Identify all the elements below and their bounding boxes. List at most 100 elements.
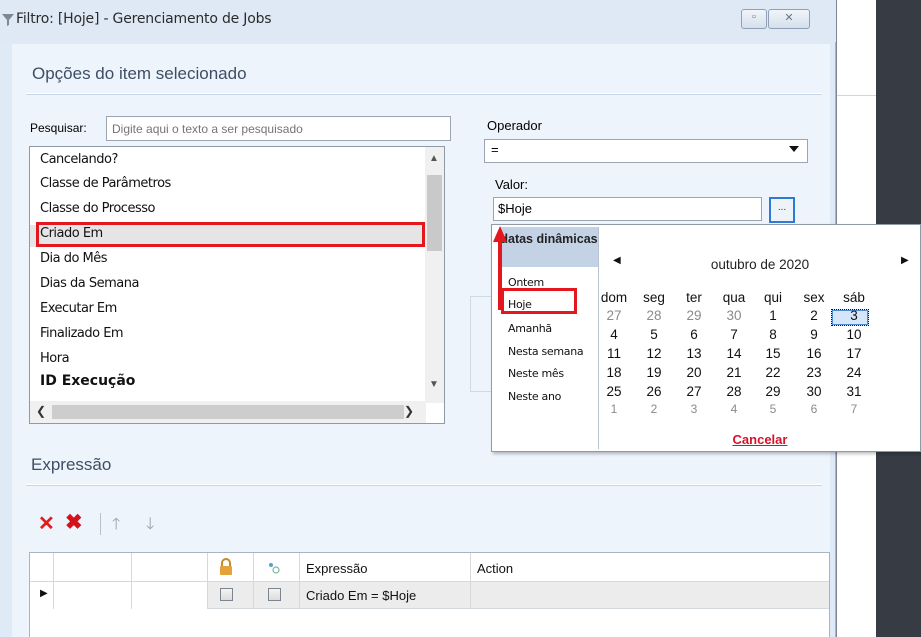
horizontal-scrollbar[interactable]: ❮ ❯ xyxy=(30,401,426,423)
scroll-up-icon[interactable]: ▲ xyxy=(429,153,439,164)
scroll-right-icon[interactable]: ❯ xyxy=(404,404,414,418)
calendar-day[interactable]: 28 xyxy=(714,384,754,399)
dynamic-date-item[interactable]: Neste ano xyxy=(508,390,561,403)
list-item[interactable]: Executar Em xyxy=(40,301,117,316)
option-checkbox[interactable] xyxy=(268,588,281,601)
delete-all-icon[interactable]: ✖ xyxy=(65,510,83,535)
weekday-header: seg xyxy=(643,290,665,305)
calendar-day[interactable]: 3 xyxy=(834,308,874,323)
calendar-day[interactable]: 5 xyxy=(753,404,793,416)
calendar-day[interactable]: 27 xyxy=(594,308,634,323)
criado-em-highlight-box xyxy=(36,222,425,247)
row-expression[interactable]: Criado Em = $Hoje xyxy=(300,582,471,609)
calendar-day[interactable]: 2 xyxy=(794,308,834,323)
calendar-day[interactable]: 9 xyxy=(794,327,834,342)
calendar-day[interactable]: 1 xyxy=(594,404,634,416)
calendar-day[interactable]: 16 xyxy=(794,346,834,361)
calendar-day[interactable]: 4 xyxy=(594,327,634,342)
calendar-day[interactable]: 5 xyxy=(634,327,674,342)
scroll-left-icon[interactable]: ❮ xyxy=(36,404,46,418)
dynamic-dates-header: datas dinâmicas xyxy=(500,227,598,267)
header-blank-cell xyxy=(54,553,132,582)
calendar-day[interactable]: 10 xyxy=(834,327,874,342)
calendar-day[interactable]: 15 xyxy=(753,346,793,361)
row-pointer-icon: ▶ xyxy=(40,588,48,599)
row-blank-cell[interactable] xyxy=(132,582,208,609)
row-action[interactable] xyxy=(471,582,829,609)
calendar-day[interactable]: 27 xyxy=(674,384,714,399)
row-blank-cell[interactable] xyxy=(54,582,132,609)
vertical-scrollbar[interactable]: ▲ ▼ xyxy=(425,147,444,403)
dropdown-arrow-icon[interactable] xyxy=(789,146,799,152)
calendar-day[interactable]: 13 xyxy=(674,346,714,361)
calendar-cancel-link[interactable]: Cancelar xyxy=(599,432,921,447)
annotation-arrow-shaft xyxy=(498,240,502,310)
calendar-day[interactable]: 25 xyxy=(594,384,634,399)
table-row[interactable]: ▶ Criado Em = $Hoje xyxy=(30,582,829,609)
header-lock-cell xyxy=(208,553,254,582)
weekday-header: qua xyxy=(722,290,746,305)
list-item[interactable]: Classe de Parâmetros xyxy=(40,176,171,191)
list-item[interactable]: Finalizado Em xyxy=(40,326,124,341)
delete-icon[interactable]: ✕ xyxy=(38,511,55,536)
move-down-icon[interactable]: 🡓 xyxy=(146,513,154,540)
header-action[interactable]: Action xyxy=(471,553,829,582)
scroll-down-icon[interactable]: ▼ xyxy=(429,379,439,390)
calendar-day[interactable]: 29 xyxy=(674,308,714,323)
calendar-day[interactable]: 2 xyxy=(634,404,674,416)
minimize-icon: ▫ xyxy=(752,11,756,23)
calendar-day[interactable]: 1 xyxy=(753,308,793,323)
operator-select[interactable]: = xyxy=(484,139,808,163)
vertical-scroll-thumb[interactable] xyxy=(427,175,442,251)
header-expression[interactable]: Expressão xyxy=(300,553,471,582)
list-item[interactable]: Classe do Processo xyxy=(40,201,155,216)
minimize-button[interactable]: ▫ xyxy=(741,9,767,29)
dynamic-date-item[interactable]: Amanhã xyxy=(508,322,552,335)
list-item[interactable]: Hora xyxy=(40,351,70,366)
calendar-day[interactable]: 7 xyxy=(834,404,874,416)
toolbar-separator xyxy=(100,513,101,535)
move-up-icon[interactable]: 🡑 xyxy=(112,513,120,540)
list-item[interactable]: Dias da Semana xyxy=(40,276,139,291)
calendar-day[interactable]: 22 xyxy=(753,365,793,380)
calendar-day[interactable]: 30 xyxy=(714,308,754,323)
next-month-icon[interactable]: ▶ xyxy=(901,255,909,266)
dynamic-date-item[interactable]: Nesta semana xyxy=(508,345,584,358)
dynamic-date-item[interactable]: Neste mês xyxy=(508,367,564,380)
close-button[interactable]: ✕ xyxy=(768,9,810,29)
calendar-day[interactable]: 21 xyxy=(714,365,754,380)
calendar-day[interactable]: 24 xyxy=(834,365,874,380)
calendar-day[interactable]: 18 xyxy=(594,365,634,380)
list-item[interactable]: Dia do Mês xyxy=(40,251,108,266)
calendar-day[interactable]: 4 xyxy=(714,404,754,416)
calendar-day[interactable]: 31 xyxy=(834,384,874,399)
row-lock-cell[interactable] xyxy=(208,582,254,609)
calendar-day[interactable]: 14 xyxy=(714,346,754,361)
horizontal-scroll-thumb[interactable] xyxy=(52,405,404,419)
row-option-cell[interactable] xyxy=(254,582,300,609)
calendar-day[interactable]: 28 xyxy=(634,308,674,323)
list-item[interactable]: ID Execução xyxy=(40,373,135,389)
calendar-day[interactable]: 23 xyxy=(794,365,834,380)
calendar-day[interactable]: 3 xyxy=(674,404,714,416)
field-list[interactable]: Cancelando? Classe de Parâmetros Classe do… xyxy=(29,146,445,424)
calendar-day[interactable]: 7 xyxy=(714,327,754,342)
calendar-day[interactable]: 17 xyxy=(834,346,874,361)
calendar-day[interactable]: 20 xyxy=(674,365,714,380)
calendar-day[interactable]: 6 xyxy=(794,404,834,416)
lock-checkbox[interactable] xyxy=(220,588,233,601)
calendar-day[interactable]: 26 xyxy=(634,384,674,399)
calendar-day[interactable]: 19 xyxy=(634,365,674,380)
value-input[interactable]: $Hoje xyxy=(493,197,762,221)
calendar-day[interactable]: 11 xyxy=(594,346,634,361)
value-picker-button[interactable]: ... xyxy=(769,197,795,223)
calendar-day[interactable]: 30 xyxy=(794,384,834,399)
section-divider xyxy=(26,484,822,485)
list-item[interactable]: Cancelando? xyxy=(40,152,118,167)
calendar-day[interactable]: 6 xyxy=(674,327,714,342)
calendar-day[interactable]: 12 xyxy=(634,346,674,361)
window-title: Filtro: [Hoje] - Gerenciamento de Jobs xyxy=(16,11,272,27)
search-input[interactable] xyxy=(106,116,451,141)
calendar-day[interactable]: 8 xyxy=(753,327,793,342)
calendar-day[interactable]: 29 xyxy=(753,384,793,399)
